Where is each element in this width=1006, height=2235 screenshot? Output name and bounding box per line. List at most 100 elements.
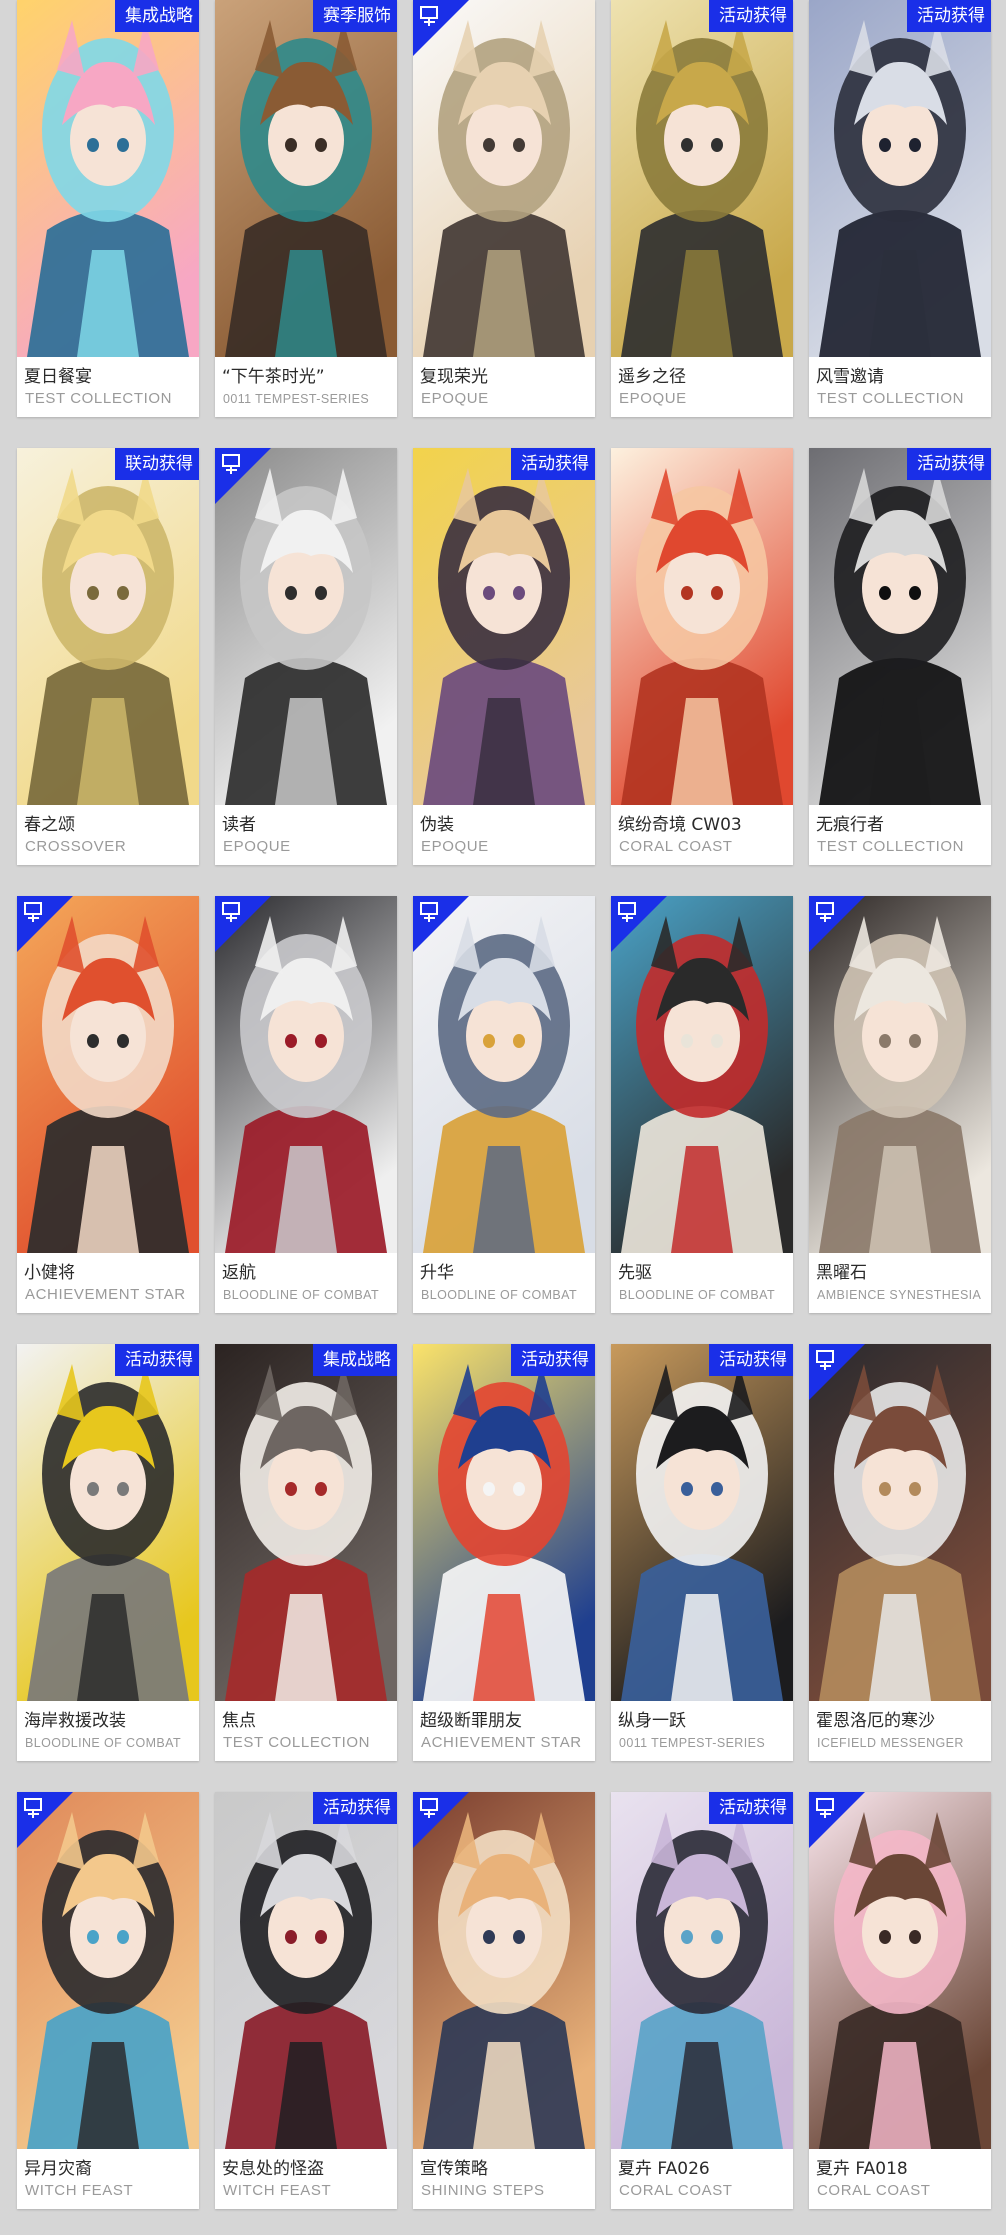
skin-card[interactable]: 返航 BLOODLINE OF COMBAT — [215, 896, 397, 1313]
skin-name: 读者 — [222, 815, 256, 835]
skin-card[interactable]: 宣传策略 SHINING STEPS — [413, 1792, 595, 2209]
acquisition-tag: 活动获得 — [709, 1344, 793, 1376]
skin-series: BLOODLINE OF COMBAT — [223, 1288, 380, 1302]
acquisition-tag: 集成战略 — [115, 0, 199, 32]
acquisition-tag: 活动获得 — [115, 1344, 199, 1376]
skin-name: 伪装 — [420, 815, 454, 835]
skin-card[interactable]: 夏卉 FA018 CORAL COAST — [809, 1792, 991, 2209]
skin-series: WITCH FEAST — [25, 2182, 134, 2199]
skin-artwork — [17, 1344, 199, 1701]
skin-name: 海岸救援改装 — [24, 1711, 126, 1731]
skin-name: 小健将 — [24, 1263, 75, 1283]
skin-name: 异月灾裔 — [24, 2159, 92, 2179]
skin-name: 夏卉 FA018 — [816, 2159, 908, 2179]
skin-series: CROSSOVER — [25, 838, 127, 855]
skin-card[interactable]: 活动获得纵身一跃 0011 TEMPEST-SERIES — [611, 1344, 793, 1761]
skin-artwork — [611, 448, 793, 805]
skin-series: WITCH FEAST — [223, 2182, 332, 2199]
skin-series: EPOQUE — [421, 838, 489, 855]
new-badge-icon — [809, 896, 865, 952]
skin-name: 霍恩洛厄的寒沙 — [816, 1711, 935, 1731]
skin-card[interactable]: 活动获得遥乡之径 EPOQUE — [611, 0, 793, 417]
skin-grid: 集成战略 夏日餐宴 TEST COLLECTION 赛季服饰 “下午茶时光” 0011 T… — [0, 0, 1006, 2235]
skin-name: 安息处的怪盗 — [222, 2159, 324, 2179]
skin-name: 春之颂 — [24, 815, 75, 835]
skin-series: ICEFIELD MESSENGER — [817, 1736, 964, 1750]
skin-series: EPOQUE — [223, 838, 291, 855]
skin-artwork — [611, 1792, 793, 2149]
skin-artwork — [611, 1344, 793, 1701]
skin-series: CORAL COAST — [619, 2182, 733, 2199]
skin-series: 0011 TEMPEST-SERIES — [619, 1736, 766, 1750]
skin-card[interactable]: 活动获得 安息处的怪盗 WITCH FEAST — [215, 1792, 397, 2209]
skin-card[interactable]: 赛季服饰 “下午茶时光” 0011 TEMPEST-SERIES — [215, 0, 397, 417]
skin-card[interactable]: 读者 EPOQUE — [215, 448, 397, 865]
skin-series: CORAL COAST — [619, 838, 733, 855]
skin-card[interactable]: 活动获得 伪装 EPOQUE — [413, 448, 595, 865]
skin-name: 黑曜石 — [816, 1263, 867, 1283]
skin-artwork — [215, 0, 397, 357]
skin-name: 先驱 — [618, 1263, 652, 1283]
skin-series: BLOODLINE OF COMBAT — [619, 1288, 776, 1302]
skin-name: “下午茶时光” — [222, 367, 325, 387]
skin-card[interactable]: 异月灾裔 WITCH FEAST — [17, 1792, 199, 2209]
skin-card[interactable]: 小健将 ACHIEVEMENT STAR — [17, 896, 199, 1313]
skin-card[interactable]: 集成战略焦点 TEST COLLECTION — [215, 1344, 397, 1761]
skin-series: AMBIENCE SYNESTHESIA — [817, 1288, 982, 1302]
skin-artwork — [17, 448, 199, 805]
skin-artwork — [413, 1344, 595, 1701]
skin-name: 缤纷奇境 CW03 — [618, 815, 742, 835]
skin-card[interactable]: 霍恩洛厄的寒沙 ICEFIELD MESSENGER — [809, 1344, 991, 1761]
new-badge-icon — [17, 1792, 73, 1848]
skin-series: 0011 TEMPEST-SERIES — [223, 392, 370, 406]
skin-artwork — [17, 0, 199, 357]
skin-name: 宣传策略 — [420, 2159, 488, 2179]
skin-series: EPOQUE — [619, 390, 687, 407]
skin-name: 纵身一跃 — [618, 1711, 686, 1731]
skin-card[interactable]: 活动获得 无痕行者 TEST COLLECTION — [809, 448, 991, 865]
skin-artwork — [413, 448, 595, 805]
skin-name: 超级断罪朋友 — [420, 1711, 522, 1731]
new-badge-icon — [215, 448, 271, 504]
skin-name: 夏卉 FA026 — [618, 2159, 710, 2179]
skin-name: 返航 — [222, 1263, 256, 1283]
skin-series: BLOODLINE OF COMBAT — [421, 1288, 578, 1302]
skin-card[interactable]: 复现荣光 EPOQUE — [413, 0, 595, 417]
skin-series: ACHIEVEMENT STAR — [25, 1286, 186, 1303]
new-badge-icon — [611, 896, 667, 952]
acquisition-tag: 联动获得 — [115, 448, 199, 480]
skin-series: BLOODLINE OF COMBAT — [25, 1736, 182, 1750]
skin-series: TEST COLLECTION — [817, 390, 965, 407]
skin-card[interactable]: 集成战略 夏日餐宴 TEST COLLECTION — [17, 0, 199, 417]
skin-name: 焦点 — [222, 1711, 256, 1731]
acquisition-tag: 集成战略 — [313, 1344, 397, 1376]
skin-artwork — [809, 448, 991, 805]
skin-series: TEST COLLECTION — [223, 1734, 371, 1751]
new-badge-icon — [413, 0, 469, 56]
skin-card[interactable]: 活动获得 风雪邀请 TEST COLLECTION — [809, 0, 991, 417]
skin-name: 夏日餐宴 — [24, 367, 92, 387]
acquisition-tag: 活动获得 — [709, 1792, 793, 1824]
skin-series: ACHIEVEMENT STAR — [421, 1734, 582, 1751]
skin-card[interactable]: 活动获得海岸救援改装 BLOODLINE OF COMBAT — [17, 1344, 199, 1761]
skin-card[interactable]: 升华 BLOODLINE OF COMBAT — [413, 896, 595, 1313]
skin-series: EPOQUE — [421, 390, 489, 407]
skin-card[interactable]: 先驱 BLOODLINE OF COMBAT — [611, 896, 793, 1313]
acquisition-tag: 活动获得 — [709, 0, 793, 32]
skin-artwork — [215, 1344, 397, 1701]
skin-card[interactable]: 活动获得超级断罪朋友 ACHIEVEMENT STAR — [413, 1344, 595, 1761]
skin-card[interactable]: 活动获得夏卉 FA026 CORAL COAST — [611, 1792, 793, 2209]
acquisition-tag: 活动获得 — [907, 448, 991, 480]
new-badge-icon — [809, 1344, 865, 1400]
skin-name: 遥乡之径 — [618, 367, 686, 387]
new-badge-icon — [17, 896, 73, 952]
new-badge-icon — [809, 1792, 865, 1848]
skin-card[interactable]: 黑曜石 AMBIENCE SYNESTHESIA — [809, 896, 991, 1313]
skin-card[interactable]: 联动获得春之颂 CROSSOVER — [17, 448, 199, 865]
skin-card[interactable]: 缤纷奇境 CW03 CORAL COAST — [611, 448, 793, 865]
skin-series: SHINING STEPS — [421, 2182, 545, 2199]
acquisition-tag: 赛季服饰 — [313, 0, 397, 32]
acquisition-tag: 活动获得 — [511, 1344, 595, 1376]
skin-series: CORAL COAST — [817, 2182, 931, 2199]
new-badge-icon — [413, 896, 469, 952]
